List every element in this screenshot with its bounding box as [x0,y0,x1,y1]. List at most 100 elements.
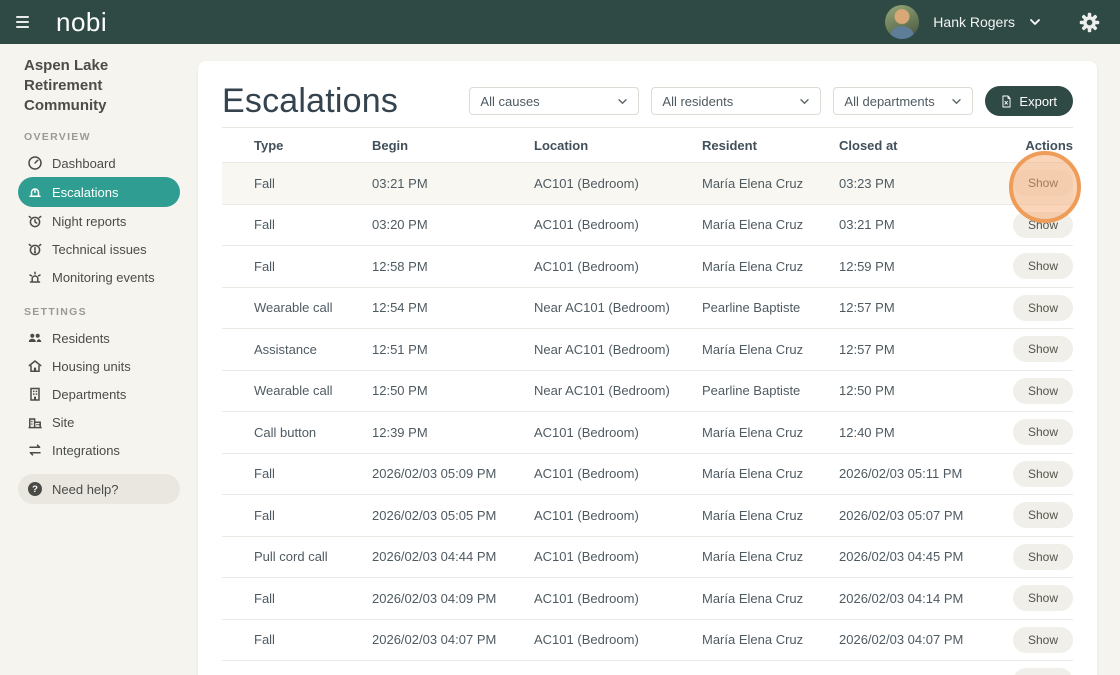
table-row: Wearable call 12:54 PM Near AC101 (Bedro… [222,288,1073,330]
user-name[interactable]: Hank Rogers [933,14,1015,30]
sidebar-item-night-reports[interactable]: Night reports [18,207,180,235]
section-label-settings: SETTINGS [0,306,198,318]
show-button[interactable]: Show [1013,461,1073,487]
sidebar-item-residents[interactable]: Residents [18,324,180,352]
site-icon [27,414,43,430]
cell-closed-at: 12:57 PM [839,342,993,357]
integrations-icon [27,442,43,458]
show-button[interactable]: Show [1013,378,1073,404]
cell-closed-at: 12:57 PM [839,300,993,315]
topbar: nobi Hank Rogers [0,0,1120,44]
cell-type: Fall [254,508,372,523]
cell-closed-at: 2026/02/03 05:11 PM [839,466,993,481]
show-button[interactable]: Show [1013,212,1073,238]
chevron-down-icon [799,98,810,105]
show-button[interactable]: Show [1013,419,1073,445]
sidebar-item-housing-units[interactable]: Housing units [18,352,180,380]
cell-resident: María Elena Cruz [702,425,839,440]
show-button[interactable]: Show [1013,253,1073,279]
cell-begin: 12:50 PM [372,383,534,398]
cell-begin: 2026/02/03 04:09 PM [372,591,534,606]
sidebar-item-escalations[interactable]: Escalations [18,177,180,207]
cell-begin: 2026/02/03 04:07 PM [372,632,534,647]
escalations-card: Escalations All causes All residents All… [198,61,1097,675]
sidebar-item-label: Dashboard [52,156,116,171]
show-button[interactable]: Show [1013,502,1073,528]
chevron-down-icon [617,98,628,105]
cell-begin: 12:58 PM [372,259,534,274]
cell-closed-at: 12:50 PM [839,383,993,398]
table-row: Assistance 12:51 PM Near AC101 (Bedroom)… [222,329,1073,371]
cell-begin: 03:21 PM [372,176,534,191]
cell-type: Fall [254,259,372,274]
sidebar-item-departments[interactable]: Departments [18,380,180,408]
cell-resident: María Elena Cruz [702,259,839,274]
need-help-label: Need help? [52,482,119,497]
show-button[interactable]: Show [1013,544,1073,570]
cell-resident: María Elena Cruz [702,632,839,647]
departments-filter-dropdown[interactable]: All departments [833,87,973,115]
column-header-actions: Actions [993,138,1073,153]
table-row: Show [222,661,1073,675]
cell-begin: 2026/02/03 04:44 PM [372,549,534,564]
cell-begin: 12:39 PM [372,425,534,440]
export-button[interactable]: Export [985,86,1073,116]
show-button[interactable]: Show [1013,627,1073,653]
table-row: Fall 2026/02/03 04:09 PM AC101 (Bedroom)… [222,578,1073,620]
show-button[interactable]: Show [1013,585,1073,611]
show-button[interactable]: Show [1013,170,1073,196]
cell-location: AC101 (Bedroom) [534,591,702,606]
sidebar-item-monitoring-events[interactable]: Monitoring events [18,263,180,291]
table-row: Fall 03:20 PM AC101 (Bedroom) María Elen… [222,205,1073,247]
cell-resident: María Elena Cruz [702,176,839,191]
cell-location: AC101 (Bedroom) [534,176,702,191]
show-button[interactable]: Show [1013,336,1073,362]
cell-type: Fall [254,632,372,647]
escalations-table: Type Begin Location Resident Closed at A… [222,127,1073,675]
chevron-down-icon[interactable] [1029,18,1041,26]
show-button[interactable]: Show [1013,668,1073,675]
need-help-button[interactable]: ? Need help? [18,474,180,504]
gear-icon[interactable] [1079,12,1100,33]
cell-location: Near AC101 (Bedroom) [534,342,702,357]
chevron-down-icon [951,98,962,105]
sidebar-item-technical-issues[interactable]: Technical issues [18,235,180,263]
sidebar-item-integrations[interactable]: Integrations [18,436,180,464]
cell-begin: 03:20 PM [372,217,534,232]
user-avatar[interactable] [885,5,919,39]
table-row: Fall 03:21 PM AC101 (Bedroom) María Elen… [222,163,1073,205]
column-header-resident: Resident [702,138,839,153]
table-body: Fall 03:21 PM AC101 (Bedroom) María Elen… [222,163,1073,675]
sidebar: Aspen Lake Retirement Community OVERVIEW… [0,44,198,675]
table-row: Fall 2026/02/03 05:05 PM AC101 (Bedroom)… [222,495,1073,537]
page-title: Escalations [222,82,398,121]
cell-location: AC101 (Bedroom) [534,425,702,440]
cell-closed-at: 03:21 PM [839,217,993,232]
residents-filter-value: All residents [662,94,733,109]
cell-resident: Pearline Baptiste [702,383,839,398]
community-name: Aspen Lake Retirement Community [0,44,198,116]
cell-location: AC101 (Bedroom) [534,217,702,232]
sidebar-item-label: Monitoring events [52,270,155,285]
column-header-type: Type [254,138,372,153]
export-label: Export [1019,94,1057,109]
table-row: Pull cord call 2026/02/03 04:44 PM AC101… [222,537,1073,579]
cell-begin: 12:54 PM [372,300,534,315]
table-row: Fall 12:58 PM AC101 (Bedroom) María Elen… [222,246,1073,288]
departments-filter-value: All departments [844,94,934,109]
show-button[interactable]: Show [1013,295,1073,321]
monitoring-events-icon [27,269,43,285]
table-row: Wearable call 12:50 PM Near AC101 (Bedro… [222,371,1073,413]
cell-begin: 12:51 PM [372,342,534,357]
departments-icon [27,386,43,402]
sidebar-item-label: Escalations [52,185,118,200]
sidebar-item-dashboard[interactable]: Dashboard [18,149,180,177]
table-row: Call button 12:39 PM AC101 (Bedroom) Mar… [222,412,1073,454]
svg-text:?: ? [32,484,38,495]
nobi-logo: nobi [56,7,107,38]
sidebar-item-site[interactable]: Site [18,408,180,436]
hamburger-menu-icon[interactable] [16,16,32,27]
export-file-icon [1001,95,1012,108]
causes-filter-dropdown[interactable]: All causes [469,87,639,115]
residents-filter-dropdown[interactable]: All residents [651,87,821,115]
